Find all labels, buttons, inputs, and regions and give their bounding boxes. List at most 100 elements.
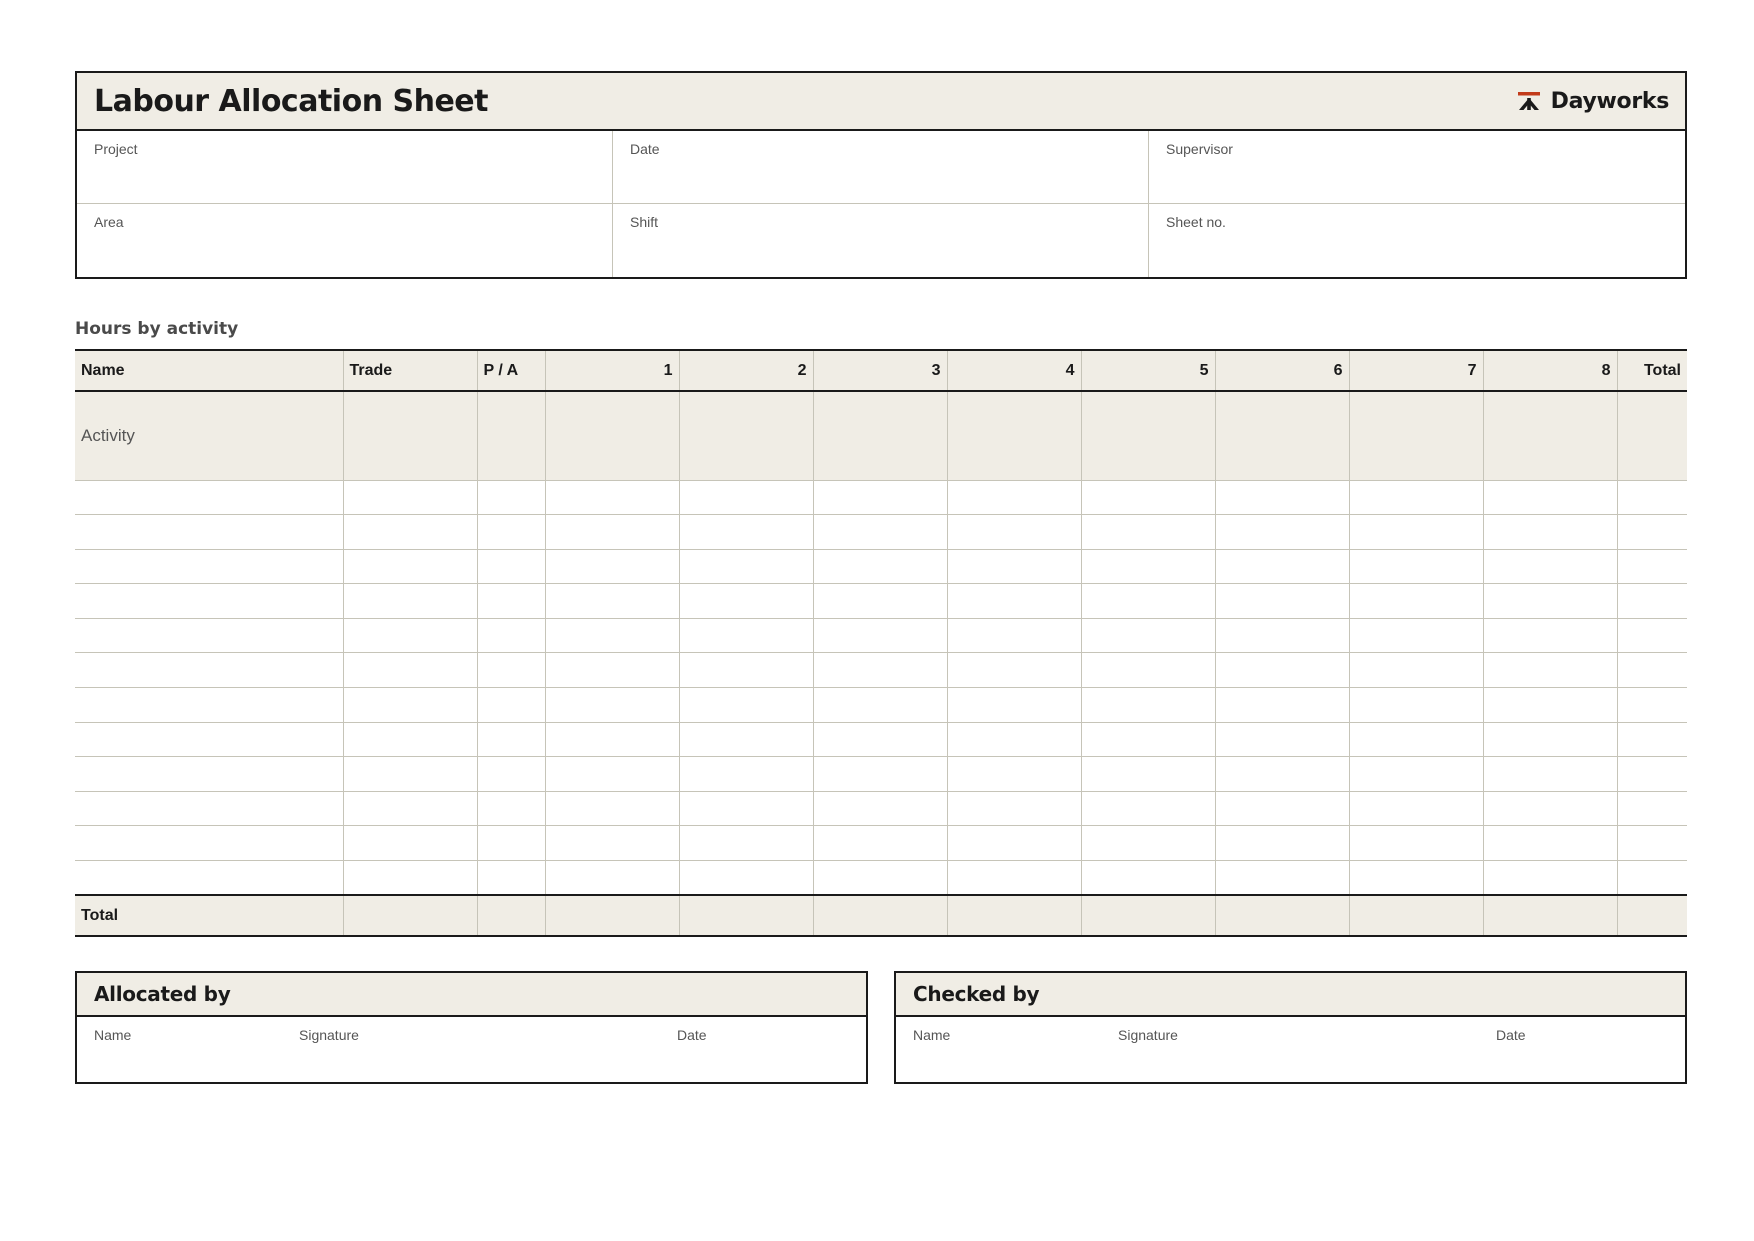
- table-cell[interactable]: [75, 652, 343, 689]
- table-cell[interactable]: [678, 687, 813, 723]
- table-cell[interactable]: [678, 549, 813, 585]
- table-cell[interactable]: [1482, 825, 1617, 862]
- table-cell[interactable]: [342, 480, 477, 516]
- table-cell[interactable]: [1348, 391, 1483, 481]
- table-cell[interactable]: [1482, 860, 1617, 896]
- table-cell[interactable]: [1616, 722, 1687, 758]
- table-cell[interactable]: [1080, 549, 1215, 585]
- table-cell[interactable]: [946, 756, 1081, 792]
- table-cell[interactable]: [1214, 791, 1349, 827]
- table-cell[interactable]: [544, 652, 679, 689]
- table-cell[interactable]: [75, 618, 343, 654]
- table-cell[interactable]: [75, 791, 343, 827]
- table-cell[interactable]: [544, 514, 679, 550]
- table-cell[interactable]: [1214, 480, 1349, 516]
- table-cell[interactable]: [946, 860, 1081, 896]
- table-cell[interactable]: [678, 583, 813, 619]
- table-cell[interactable]: [476, 687, 545, 723]
- table-cell[interactable]: [812, 825, 947, 862]
- table-cell[interactable]: [544, 756, 679, 792]
- table-cell[interactable]: [1616, 549, 1687, 585]
- table-cell[interactable]: [476, 860, 545, 896]
- table-cell[interactable]: [812, 480, 947, 516]
- table-cell[interactable]: [1348, 480, 1483, 516]
- table-cell[interactable]: [1214, 514, 1349, 550]
- table-cell[interactable]: [678, 722, 813, 758]
- table-cell[interactable]: [812, 549, 947, 585]
- table-cell[interactable]: [946, 391, 1081, 481]
- table-cell[interactable]: [476, 722, 545, 758]
- table-cell[interactable]: [75, 687, 343, 723]
- table-cell[interactable]: [1616, 687, 1687, 723]
- table-cell[interactable]: [1616, 825, 1687, 862]
- table-cell[interactable]: [544, 583, 679, 619]
- table-cell[interactable]: [946, 480, 1081, 516]
- table-cell[interactable]: [812, 687, 947, 723]
- table-cell[interactable]: [1482, 583, 1617, 619]
- table-cell[interactable]: [476, 514, 545, 550]
- project-field[interactable]: Project: [77, 131, 613, 204]
- table-cell[interactable]: [342, 652, 477, 689]
- table-cell[interactable]: [342, 825, 477, 862]
- table-cell[interactable]: [1080, 652, 1215, 689]
- table-cell[interactable]: [1616, 756, 1687, 792]
- table-cell[interactable]: [1348, 825, 1483, 862]
- table-cell[interactable]: [1348, 583, 1483, 619]
- table-cell[interactable]: [812, 514, 947, 550]
- table-cell[interactable]: [1482, 514, 1617, 550]
- table-cell[interactable]: [1482, 756, 1617, 792]
- table-cell[interactable]: [1482, 549, 1617, 585]
- table-cell[interactable]: [476, 549, 545, 585]
- table-cell[interactable]: [678, 652, 813, 689]
- table-cell[interactable]: [476, 391, 545, 481]
- table-cell[interactable]: [476, 825, 545, 862]
- table-cell[interactable]: [476, 652, 545, 689]
- table-cell[interactable]: [75, 860, 343, 896]
- table-cell[interactable]: [544, 618, 679, 654]
- table-cell[interactable]: [678, 756, 813, 792]
- table-cell[interactable]: [342, 514, 477, 550]
- table-cell[interactable]: [678, 860, 813, 896]
- table-cell[interactable]: [75, 480, 343, 516]
- table-cell[interactable]: [1616, 391, 1687, 481]
- table-cell[interactable]: [1348, 791, 1483, 827]
- table-cell[interactable]: [946, 583, 1081, 619]
- table-cell[interactable]: [1080, 791, 1215, 827]
- table-cell[interactable]: [1616, 860, 1687, 896]
- table-cell[interactable]: [75, 756, 343, 792]
- supervisor-field[interactable]: Supervisor: [1149, 131, 1685, 204]
- table-cell[interactable]: [812, 722, 947, 758]
- table-cell[interactable]: [946, 687, 1081, 723]
- table-cell[interactable]: [946, 549, 1081, 585]
- table-cell[interactable]: [1080, 687, 1215, 723]
- table-cell[interactable]: [1080, 756, 1215, 792]
- table-cell[interactable]: [1616, 791, 1687, 827]
- table-cell[interactable]: [1080, 583, 1215, 619]
- table-cell[interactable]: [678, 791, 813, 827]
- signoff-fields[interactable]: Name Signature Date: [77, 1017, 866, 1077]
- table-cell[interactable]: [678, 480, 813, 516]
- table-cell[interactable]: [544, 549, 679, 585]
- table-cell[interactable]: [1616, 583, 1687, 619]
- table-cell[interactable]: [1214, 652, 1349, 689]
- table-cell[interactable]: [1348, 687, 1483, 723]
- table-cell[interactable]: [1348, 618, 1483, 654]
- table-cell[interactable]: [342, 391, 477, 481]
- table-cell[interactable]: [75, 549, 343, 585]
- table-cell[interactable]: [544, 687, 679, 723]
- table-cell[interactable]: [544, 860, 679, 896]
- table-cell[interactable]: [476, 791, 545, 827]
- table-cell[interactable]: [342, 618, 477, 654]
- table-cell[interactable]: [476, 756, 545, 792]
- table-cell[interactable]: [1080, 391, 1215, 481]
- date-field[interactable]: Date: [613, 131, 1149, 204]
- table-cell[interactable]: [1482, 618, 1617, 654]
- table-cell[interactable]: [75, 514, 343, 550]
- table-cell[interactable]: [946, 618, 1081, 654]
- table-cell[interactable]: [1214, 722, 1349, 758]
- table-cell[interactable]: [946, 825, 1081, 862]
- table-cell[interactable]: [1214, 860, 1349, 896]
- table-cell[interactable]: [1080, 722, 1215, 758]
- signoff-fields[interactable]: Name Signature Date: [896, 1017, 1685, 1077]
- area-field[interactable]: Area: [77, 204, 613, 277]
